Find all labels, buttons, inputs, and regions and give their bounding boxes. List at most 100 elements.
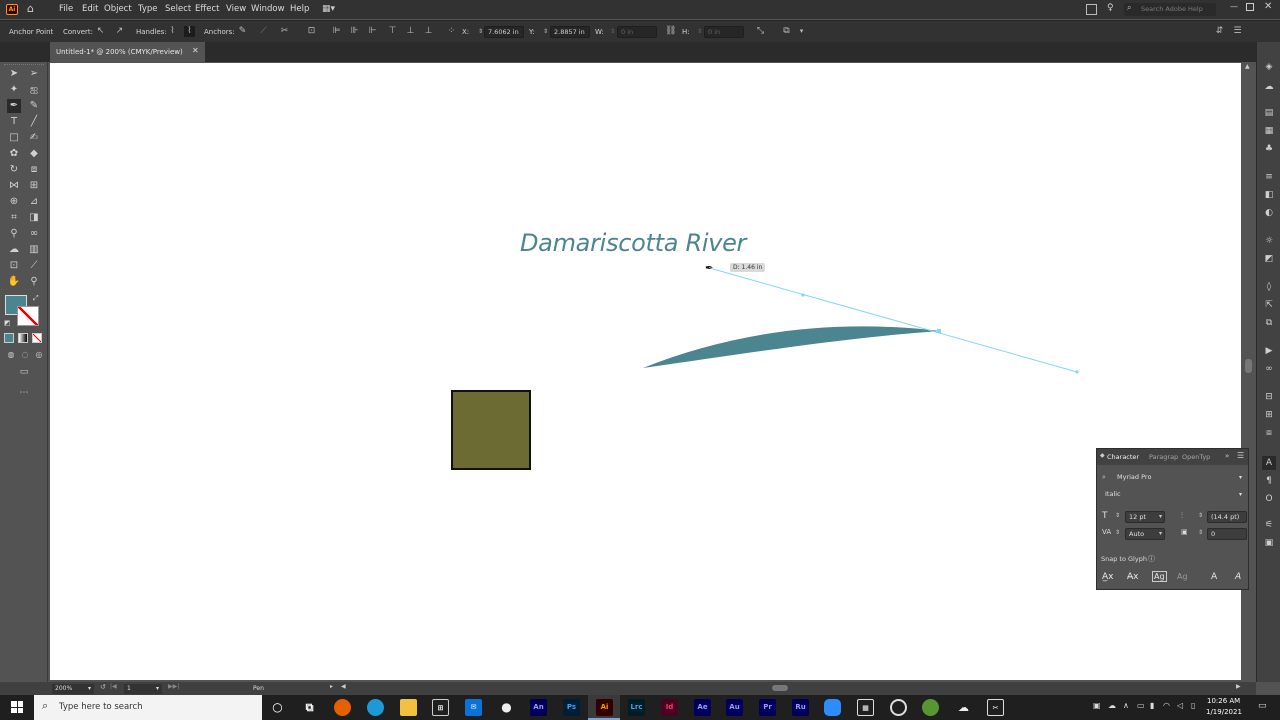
width-tool-icon[interactable]: ⋈ xyxy=(7,179,21,193)
gradient-tool-icon[interactable]: ◨ xyxy=(27,211,41,225)
h-field[interactable]: 0 in xyxy=(704,26,744,38)
properties-panel-icon[interactable]: ◈ xyxy=(1262,60,1276,74)
collapse-arrows-icon[interactable]: ◆ xyxy=(1100,452,1105,459)
task-view-icon[interactable]: ⧉ xyxy=(301,699,318,716)
snap-xheight-icon[interactable]: A̶x xyxy=(1127,572,1138,582)
align-to-icon[interactable]: ⊡ xyxy=(306,26,317,37)
perspective-grid-tool-icon[interactable]: ⊿ xyxy=(27,195,41,209)
handle-point[interactable] xyxy=(801,293,805,297)
align-bottom-icon[interactable]: ⊥ xyxy=(423,26,434,37)
draw-inside-icon[interactable]: ◎ xyxy=(32,348,46,362)
menu-select[interactable]: Select xyxy=(165,4,191,14)
horizontal-scroll-thumb[interactable] xyxy=(772,685,788,691)
panel-expand-icon[interactable]: » xyxy=(1225,452,1229,460)
swap-fill-stroke-icon[interactable]: ⤢ xyxy=(33,294,39,303)
direct-selection-tool-icon[interactable]: ➢ xyxy=(27,67,41,81)
windows-start-icon[interactable] xyxy=(11,701,23,713)
x-field[interactable]: 7.6062 in xyxy=(484,26,524,38)
menu-object[interactable]: Object xyxy=(104,4,132,14)
panel-menu-icon[interactable]: ☰ xyxy=(1237,451,1244,460)
audition-app-icon[interactable]: Au xyxy=(726,699,743,716)
status-menu-icon[interactable]: ▸ xyxy=(330,683,333,690)
home-icon[interactable]: ⌂ xyxy=(27,3,40,15)
info-icon[interactable]: ⓘ xyxy=(1148,554,1155,564)
convert-smooth-icon[interactable]: ↗ xyxy=(114,26,125,37)
magic-wand-tool-icon[interactable]: ✦ xyxy=(7,83,21,97)
alien-app-icon[interactable]: ● xyxy=(498,699,515,716)
tab-opentype[interactable]: OpenTyp xyxy=(1182,453,1210,461)
artboard-canvas[interactable]: Damariscotta River ✒ D: 1.46 in xyxy=(50,63,1241,680)
artboard-number-field[interactable]: 1 ▾ xyxy=(124,684,162,694)
font-size-stepper-icon[interactable]: ⇕ xyxy=(1115,512,1120,519)
mesh-tool-icon[interactable]: ⌗ xyxy=(7,211,21,225)
file-explorer-icon[interactable] xyxy=(400,699,417,716)
pathfinder-panel-icon[interactable]: ⊞ xyxy=(1262,408,1276,422)
river-shape[interactable] xyxy=(643,326,940,368)
people-icon[interactable]: ▣ xyxy=(1093,701,1101,710)
convert-corner-icon[interactable]: ↖ xyxy=(95,26,106,37)
links-panel-icon[interactable]: ∞ xyxy=(1262,362,1276,376)
wifi-icon[interactable]: ◠ xyxy=(1163,701,1170,710)
scroll-right-icon[interactable]: ▶ xyxy=(1236,683,1241,690)
more-tools-icon[interactable]: ⋯ xyxy=(17,386,31,400)
network-icon[interactable]: ▭ xyxy=(1137,701,1145,710)
hand-tool-icon[interactable]: ✋ xyxy=(7,275,21,289)
lasso-tool-icon[interactable]: ஐ xyxy=(27,83,41,97)
minimize-icon[interactable]: — xyxy=(1230,2,1240,12)
kerning-stepper-icon[interactable]: ⇕ xyxy=(1115,529,1120,536)
isolate-icon[interactable]: ⧉ xyxy=(781,26,792,37)
scroll-left-icon[interactable]: ◀ xyxy=(341,683,346,690)
free-transform-tool-icon[interactable]: ⊞ xyxy=(27,179,41,193)
symbol-sprayer-tool-icon[interactable]: ☁ xyxy=(7,243,21,257)
cloud-app-icon[interactable]: ☁ xyxy=(955,699,972,716)
pen-tool-icon[interactable]: ✒ xyxy=(7,99,21,113)
menu-chevron-icon[interactable]: ▾ xyxy=(796,26,807,37)
tray-chevron-icon[interactable]: ∧ xyxy=(1123,701,1129,710)
menu-view[interactable]: View xyxy=(226,4,246,14)
clock-date[interactable]: 1/19/2021 xyxy=(1206,708,1242,716)
leading-stepper-icon[interactable]: ⇕ xyxy=(1198,512,1203,519)
close-window-icon[interactable]: ✕ xyxy=(1264,1,1274,13)
show-handles-icon[interactable]: ⌇ xyxy=(167,26,178,37)
screen-mode-icon[interactable]: ▭ xyxy=(17,365,31,379)
slice-tool-icon[interactable]: ⟋ xyxy=(27,259,41,273)
premiere-app-icon[interactable]: Pr xyxy=(759,699,776,716)
color-mode-icon[interactable] xyxy=(4,333,14,343)
snap-angular-icon[interactable]: A xyxy=(1211,572,1217,582)
illustrator-app-icon[interactable]: Ai xyxy=(596,699,613,716)
align-right-icon[interactable]: ⊩ xyxy=(367,26,378,37)
menu-help[interactable]: Help xyxy=(290,4,309,14)
snap-glyph-bounds-icon[interactable]: Ag xyxy=(1152,571,1167,582)
restore-icon[interactable] xyxy=(1246,3,1254,11)
eyedropper-tool-icon[interactable]: ⚲ xyxy=(7,227,21,241)
stroke-panel-icon[interactable]: ≡ xyxy=(1262,170,1276,184)
align-hcenter-icon[interactable]: ⊪ xyxy=(349,26,360,37)
handle-point[interactable] xyxy=(1075,370,1079,374)
snap-proximity-icon[interactable]: Ag xyxy=(1177,572,1188,581)
indesign-app-icon[interactable]: Id xyxy=(661,699,678,716)
menu-type[interactable]: Type xyxy=(138,4,158,14)
connect-anchors-icon[interactable]: ⟋ xyxy=(258,26,269,37)
search-help-box[interactable]: ⌕ Search Adobe Help xyxy=(1124,3,1216,16)
rush-app-icon[interactable]: Ru xyxy=(792,699,809,716)
zoom-tool-icon[interactable]: ⚲ xyxy=(27,275,41,289)
panel-options-icon[interactable]: ☰ xyxy=(1232,26,1243,37)
align-left-icon[interactable]: ⊫ xyxy=(331,26,342,37)
battery-icon[interactable]: ▮ xyxy=(1150,701,1154,710)
appearance-panel-icon[interactable]: ☼ xyxy=(1262,234,1276,248)
transparency-panel-icon[interactable]: ◐ xyxy=(1262,206,1276,220)
store-icon[interactable]: ⊞ xyxy=(432,699,449,716)
selection-tool-icon[interactable]: ➤ xyxy=(7,67,21,81)
rectangle-tool-icon[interactable]: □ xyxy=(7,131,21,145)
edge-icon[interactable] xyxy=(367,699,384,716)
scroll-up-icon[interactable]: ▲ xyxy=(1245,63,1250,70)
blend-tool-icon[interactable]: ∞ xyxy=(27,227,41,241)
constrain-proportions-icon[interactable]: ⛓ xyxy=(665,26,676,37)
menu-effect[interactable]: Effect xyxy=(195,4,219,14)
anchor-point[interactable] xyxy=(937,329,941,333)
opentype-panel-icon[interactable]: O xyxy=(1262,492,1276,506)
after-effects-app-icon[interactable]: Ae xyxy=(694,699,711,716)
first-artboard-icon[interactable]: |◀ xyxy=(110,683,117,690)
arrange-documents-icon[interactable] xyxy=(1086,4,1097,15)
qgis-app-icon[interactable] xyxy=(922,699,939,716)
